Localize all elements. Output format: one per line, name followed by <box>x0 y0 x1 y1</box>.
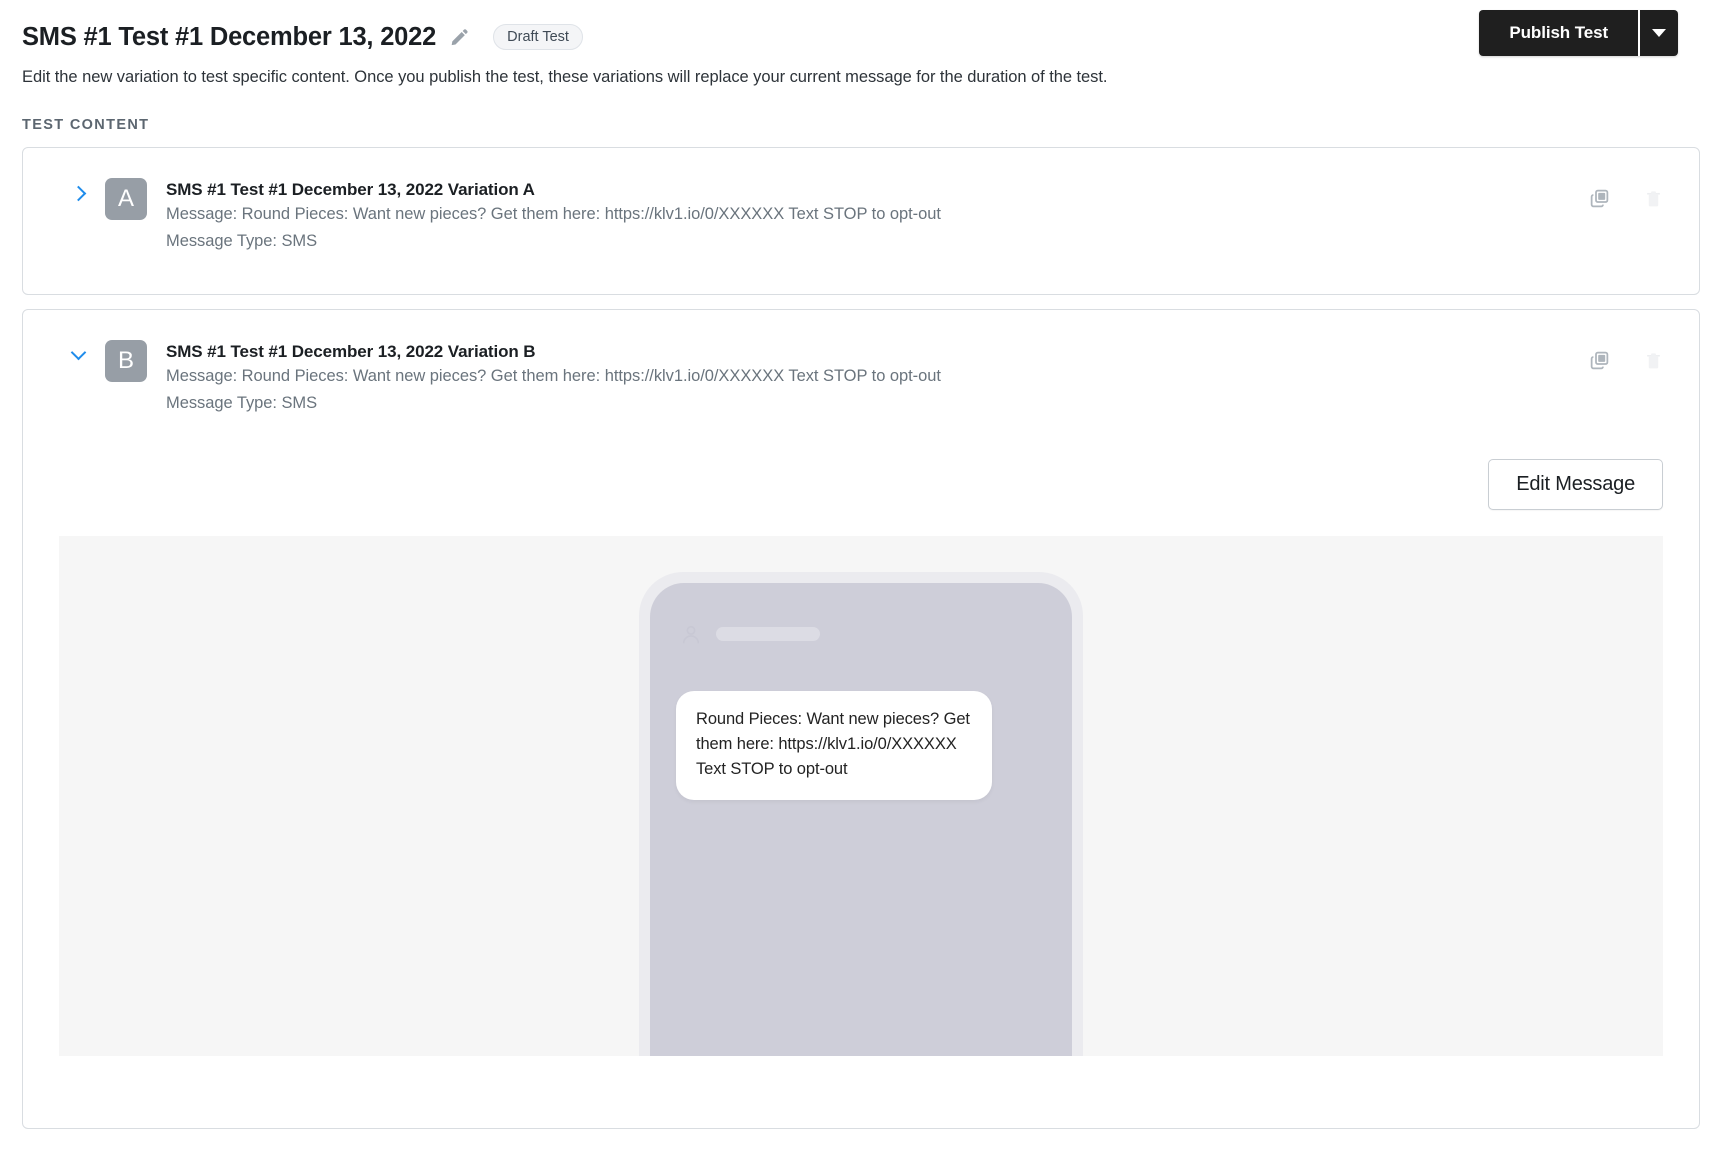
variation-a-header: A SMS #1 Test #1 December 13, 2022 Varia… <box>23 148 1699 255</box>
title-row: SMS #1 Test #1 December 13, 2022 Draft T… <box>22 18 1700 56</box>
variation-card-b: B SMS #1 Test #1 December 13, 2022 Varia… <box>22 309 1700 1129</box>
person-icon <box>682 625 700 644</box>
duplicate-icon <box>1590 189 1609 208</box>
variation-b-expand-toggle[interactable] <box>61 340 95 361</box>
variation-a-message: Message: Round Pieces: Want new pieces? … <box>166 205 941 223</box>
publish-test-button-group: Publish Test <box>1479 10 1678 56</box>
trash-icon <box>1647 191 1660 207</box>
variation-b-actions <box>1589 350 1663 371</box>
phone-contact-placeholder <box>716 627 820 641</box>
edit-message-button[interactable]: Edit Message <box>1488 459 1663 510</box>
status-badge: Draft Test <box>493 24 583 50</box>
variation-a-delete-button[interactable] <box>1644 188 1663 209</box>
page-subtitle: Edit the new variation to test specific … <box>22 68 1108 86</box>
phone-mockup: Round Pieces: Want new pieces? Get them … <box>639 572 1083 1056</box>
message-bubble: Round Pieces: Want new pieces? Get them … <box>676 691 992 800</box>
variation-a-duplicate-button[interactable] <box>1589 188 1610 209</box>
variation-b-delete-button[interactable] <box>1644 350 1663 371</box>
variation-a-text: SMS #1 Test #1 December 13, 2022 Variati… <box>166 178 941 255</box>
variation-b-message: Message: Round Pieces: Want new pieces? … <box>166 367 941 385</box>
variation-a-actions <box>1589 188 1663 209</box>
variation-b-duplicate-button[interactable] <box>1589 350 1610 371</box>
pencil-icon[interactable] <box>449 27 469 47</box>
variation-b-badge: B <box>105 340 147 382</box>
variation-card-a: A SMS #1 Test #1 December 13, 2022 Varia… <box>22 147 1700 295</box>
variation-b-title: SMS #1 Test #1 December 13, 2022 Variati… <box>166 342 536 361</box>
variation-b-message-type: Message Type: SMS <box>166 394 318 412</box>
edit-message-row: Edit Message <box>23 417 1699 510</box>
duplicate-icon <box>1590 351 1609 370</box>
chevron-down-icon <box>1652 29 1666 37</box>
test-content-section-label: TEST CONTENT <box>22 117 150 133</box>
phone-screen: Round Pieces: Want new pieces? Get them … <box>650 583 1072 1056</box>
message-preview-panel: Round Pieces: Want new pieces? Get them … <box>59 536 1663 1056</box>
chevron-right-icon <box>70 185 86 202</box>
trash-icon <box>1647 353 1660 369</box>
variation-a-expand-toggle[interactable] <box>61 178 95 202</box>
variation-a-message-type: Message Type: SMS <box>166 232 318 250</box>
page-title: SMS #1 Test #1 December 13, 2022 <box>22 22 437 51</box>
variation-a-badge: A <box>105 178 147 220</box>
page-header: SMS #1 Test #1 December 13, 2022 Draft T… <box>22 0 1700 88</box>
variation-b-text: SMS #1 Test #1 December 13, 2022 Variati… <box>166 340 941 417</box>
variation-b-header: B SMS #1 Test #1 December 13, 2022 Varia… <box>23 310 1699 417</box>
publish-test-button[interactable]: Publish Test <box>1479 10 1638 56</box>
chevron-down-icon <box>70 344 86 361</box>
publish-dropdown-button[interactable] <box>1638 10 1678 56</box>
page-root: SMS #1 Test #1 December 13, 2022 Draft T… <box>0 0 1722 1168</box>
variation-a-title: SMS #1 Test #1 December 13, 2022 Variati… <box>166 180 535 199</box>
